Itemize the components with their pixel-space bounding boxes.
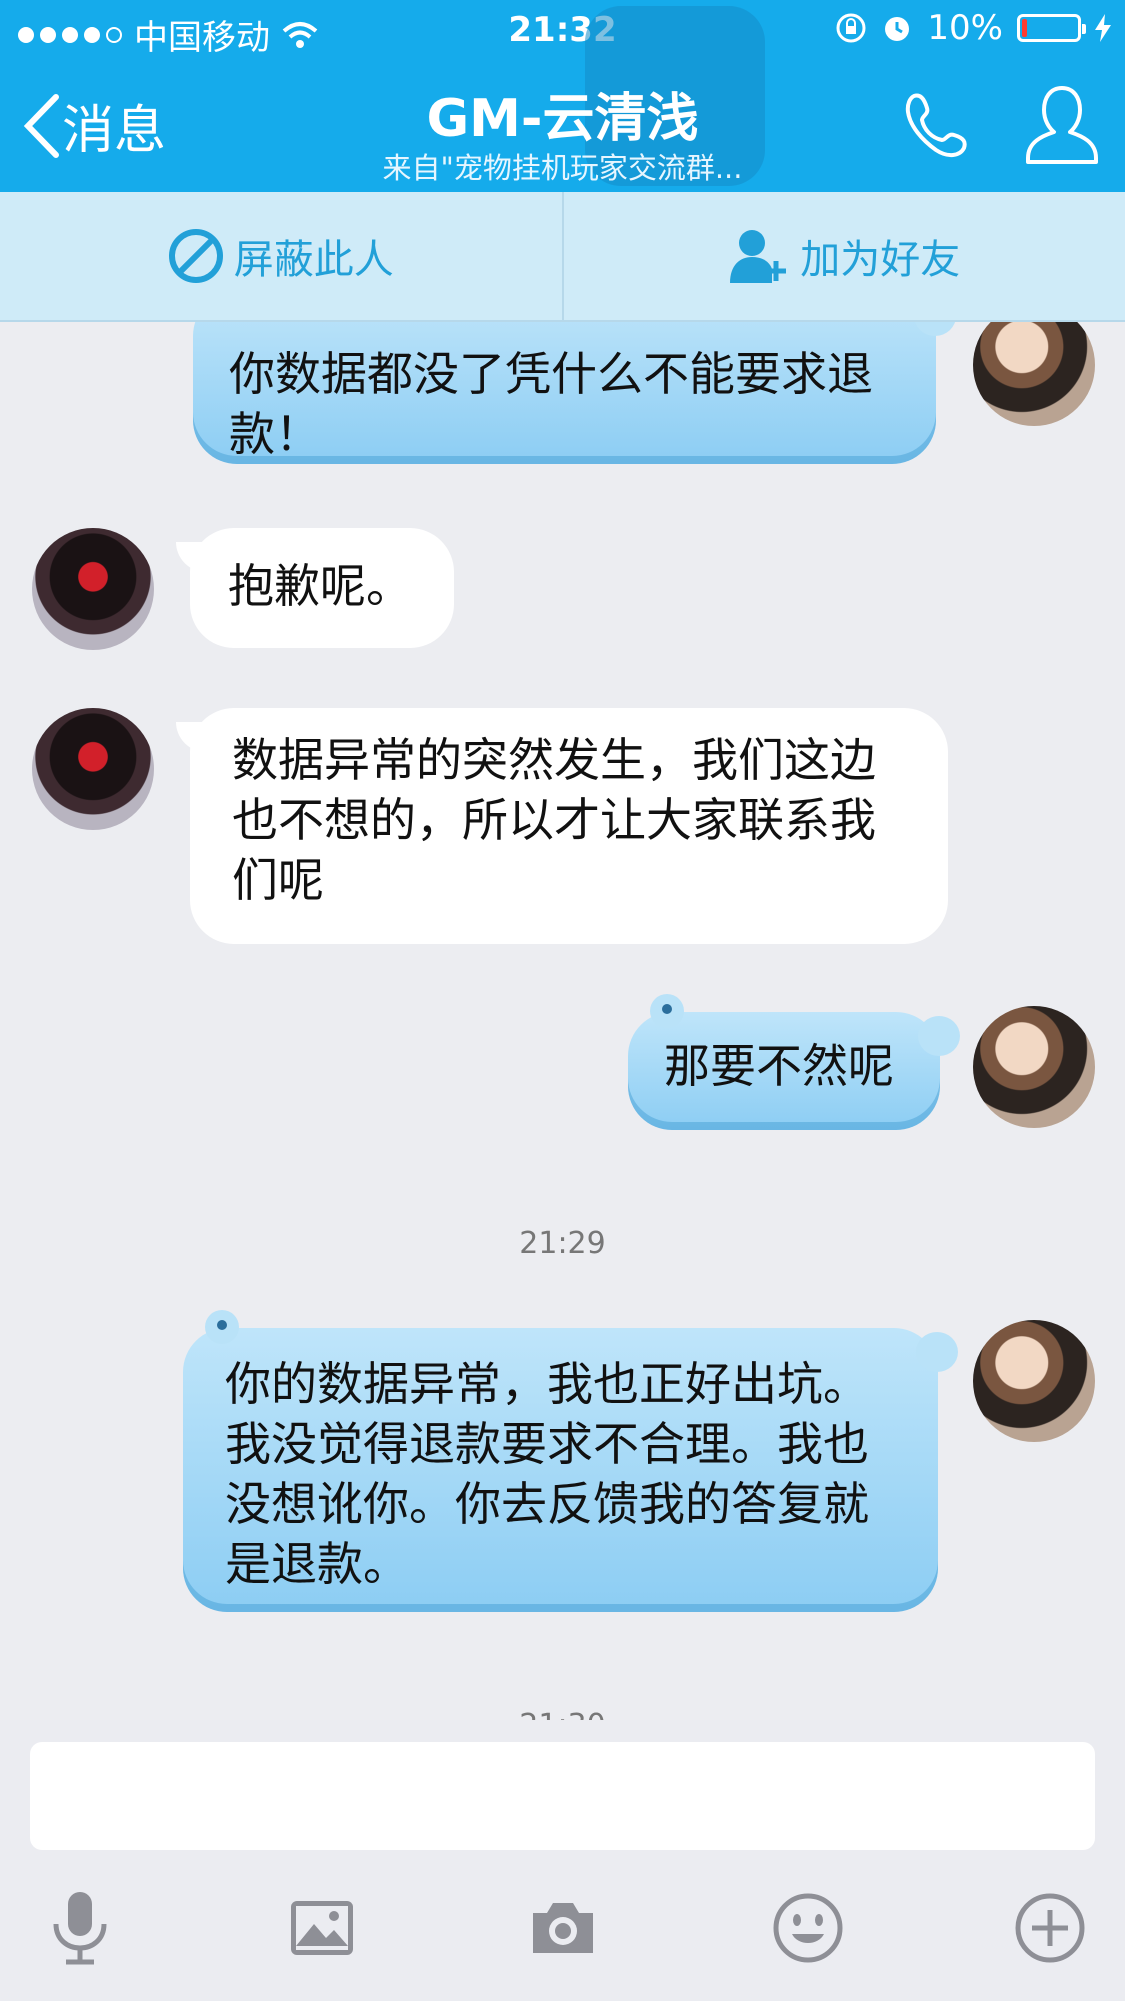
photo-button[interactable]: [274, 1880, 370, 1976]
message-text: 那要不然呢: [664, 1039, 894, 1093]
camera-icon: [533, 1903, 593, 1953]
timestamp: 21:30: [0, 1708, 1125, 1720]
chat-message-list[interactable]: 你数据都没了凭什么不能要求退款！ 抱歉呢。 数据异常的突然发生，我们这边也不想的…: [0, 322, 1125, 1720]
message-bubble-outgoing[interactable]: 那要不然呢: [628, 994, 960, 1130]
more-button[interactable]: [1002, 1880, 1098, 1976]
alarm-icon: [885, 17, 910, 41]
voice-button[interactable]: [32, 1880, 128, 1976]
person-icon: [1026, 86, 1098, 164]
rotation-lock-icon: [836, 13, 866, 43]
input-bar: [0, 1720, 1125, 2001]
add-friend-icon: [730, 230, 787, 283]
my-avatar[interactable]: [973, 1320, 1095, 1442]
my-avatar[interactable]: [973, 322, 1095, 426]
message-text: 你数据都没了凭什么不能要求退款！: [229, 347, 873, 461]
image-icon: [291, 1901, 353, 1955]
input-toolbar: [0, 1880, 1125, 1980]
timestamp: 21:29: [519, 1226, 606, 1261]
block-icon: [168, 229, 223, 283]
contact-avatar[interactable]: [32, 708, 154, 830]
nav-bar: 中国移动 21:32 10% 消息 GM-云清浅 来自"宠物挂机玩家交流群...: [0, 0, 1125, 192]
stranger-action-bar: 屏蔽此人 加为好友: [0, 192, 1125, 322]
status-bar: 中国移动 21:32 10%: [0, 0, 1125, 60]
message-bubble-incoming[interactable]: 数据异常的突然发生，我们这边也不想的，所以才让大家联系我们呢: [176, 708, 948, 944]
charging-icon: [1095, 14, 1111, 42]
emoji-icon: [773, 1893, 843, 1963]
battery-icon: [1017, 14, 1086, 42]
call-button[interactable]: [900, 88, 972, 164]
message-text: 数据异常的突然发生，我们这边也不想的，所以才让大家联系我们呢: [232, 733, 876, 907]
message-text: 你的数据异常，我也正好出坑。我没觉得退款要求不合理。我也没想讹你。你去反馈我的答…: [225, 1357, 869, 1591]
message-input[interactable]: [30, 1742, 1095, 1850]
emoji-button[interactable]: [760, 1880, 856, 1976]
message-bubble-outgoing[interactable]: 你的数据异常，我也正好出坑。我没觉得退款要求不合理。我也没想讹你。你去反馈我的答…: [183, 1310, 958, 1612]
profile-button[interactable]: [1022, 82, 1102, 170]
block-user-button[interactable]: 屏蔽此人: [0, 192, 564, 320]
add-friend-button[interactable]: 加为好友: [564, 192, 1125, 320]
plus-icon: [1015, 1893, 1085, 1963]
add-friend-label: 加为好友: [800, 237, 961, 283]
contact-avatar[interactable]: [32, 528, 154, 650]
my-avatar[interactable]: [973, 1006, 1095, 1128]
camera-button[interactable]: [515, 1880, 611, 1976]
message-bubble-incoming[interactable]: 抱歉呢。: [176, 528, 454, 648]
message-text: 抱歉呢。: [228, 559, 412, 613]
block-user-label: 屏蔽此人: [233, 237, 394, 283]
phone-icon: [905, 93, 967, 157]
microphone-icon: [53, 1892, 107, 1965]
battery-percent: 10%: [927, 8, 1003, 48]
message-bubble-outgoing[interactable]: 你数据都没了凭什么不能要求退款！: [193, 322, 956, 464]
